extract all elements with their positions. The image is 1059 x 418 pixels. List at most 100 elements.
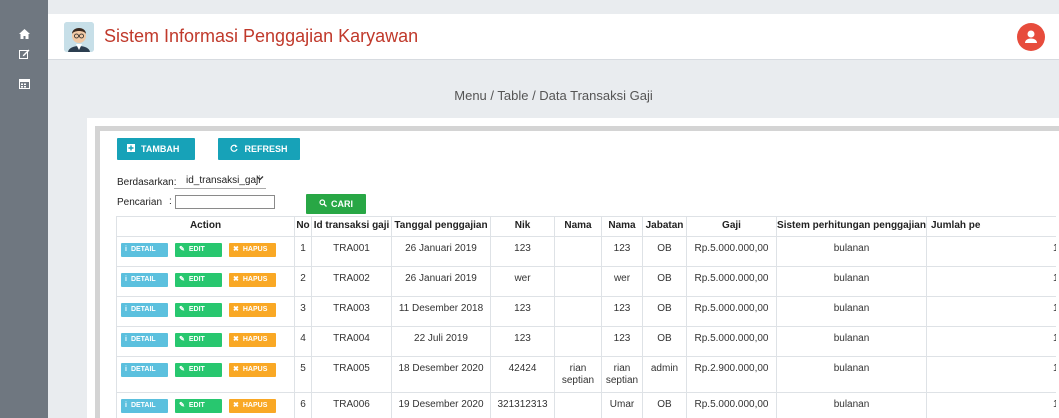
cell-nik: 321312313 <box>490 392 555 418</box>
table-row: i DETAIL ✎ EDIT ✖ HAPUS 1 TRA001 26 Januari 2019… <box>116 236 1056 267</box>
cell-id: TRA002 <box>311 266 392 297</box>
cell-tanggal: 26 Januari 2019 <box>391 236 491 267</box>
cell-tanggal: 26 Januari 2019 <box>391 266 491 297</box>
hapus-button[interactable]: ✖ HAPUS <box>229 273 276 287</box>
refresh-icon <box>230 138 239 160</box>
edit-icon[interactable] <box>0 48 48 62</box>
col-header-gaji: Gaji <box>686 216 777 237</box>
table-row: i DETAIL ✎ EDIT ✖ HAPUS 4 TRA004 22 Juli 2019 123… <box>116 326 1056 357</box>
cell-no: 6 <box>294 392 312 418</box>
cell-sistem: bulanan <box>776 236 927 267</box>
edit-label: EDIT <box>188 336 205 343</box>
edit-icon: ✎ <box>179 246 185 253</box>
cell-jumlah: 1 <box>926 236 1056 267</box>
col-header-nik: Nik <box>490 216 555 237</box>
hapus-button[interactable]: ✖ HAPUS <box>229 399 276 413</box>
cell-no: 2 <box>294 266 312 297</box>
detail-button[interactable]: i DETAIL <box>121 363 168 377</box>
info-icon: i <box>125 246 127 253</box>
cell-nik: 123 <box>490 296 555 327</box>
table-row: i DETAIL ✎ EDIT ✖ HAPUS 3 TRA003 11 Desember 201… <box>116 296 1056 327</box>
detail-button[interactable]: i DETAIL <box>121 333 168 347</box>
edit-button[interactable]: ✎ EDIT <box>175 363 222 377</box>
cell-no: 5 <box>294 356 312 393</box>
hapus-button[interactable]: ✖ HAPUS <box>229 243 276 257</box>
field-select[interactable]: id_transaksi_gaji <box>174 174 266 189</box>
close-icon: ✖ <box>233 402 239 409</box>
detail-button[interactable]: i DETAIL <box>121 303 168 317</box>
action-cell: i DETAIL ✎ EDIT ✖ HAPUS <box>116 266 295 297</box>
berdasarkan-label: Berdasarkan: <box>117 177 177 188</box>
left-sidebar <box>0 0 48 418</box>
edit-icon: ✎ <box>179 276 185 283</box>
home-icon[interactable] <box>0 28 48 42</box>
detail-button[interactable]: i DETAIL <box>121 243 168 257</box>
info-icon: i <box>125 402 127 409</box>
info-icon: i <box>125 306 127 313</box>
cell-sistem: bulanan <box>776 392 927 418</box>
col-header-no: No <box>294 216 312 237</box>
cell-tanggal: 19 Desember 2020 <box>391 392 491 418</box>
transaksi-table: Action No Id transaksi gaji Tanggal peng… <box>116 216 1056 418</box>
info-icon: i <box>125 366 127 373</box>
calendar-icon[interactable] <box>0 78 48 92</box>
col-header-jumlah: Jumlah pe <box>926 216 1056 237</box>
cell-nama <box>554 266 602 297</box>
cell-jabatan: OB <box>642 326 687 357</box>
close-icon: ✖ <box>233 306 239 313</box>
breadcrumb: Menu / Table / Data Transaksi Gaji <box>454 88 653 103</box>
user-menu-icon[interactable] <box>1017 23 1045 51</box>
hapus-button[interactable]: ✖ HAPUS <box>229 363 276 377</box>
action-cell: i DETAIL ✎ EDIT ✖ HAPUS <box>116 356 295 393</box>
cell-gaji: Rp.2.900.000,00 <box>686 356 777 393</box>
refresh-button[interactable]: REFRESH <box>218 138 300 160</box>
edit-button[interactable]: ✎ EDIT <box>175 399 222 413</box>
edit-button[interactable]: ✎ EDIT <box>175 333 222 347</box>
cell-nama-2: rian septian <box>601 356 643 393</box>
table-row: i DETAIL ✎ EDIT ✖ HAPUS 6 TRA006 19 Desember 202… <box>116 392 1056 418</box>
cari-button[interactable]: CARI <box>306 194 366 214</box>
top-header: Sistem Informasi Penggajian Karyawan <box>48 14 1059 60</box>
cell-nama-2: 123 <box>601 326 643 357</box>
plus-square-icon <box>127 138 135 160</box>
edit-label: EDIT <box>188 246 205 253</box>
app-title: Sistem Informasi Penggajian Karyawan <box>104 26 419 46</box>
cell-sistem: bulanan <box>776 266 927 297</box>
col-header-nama-2: Nama <box>601 216 643 237</box>
col-header-sistem: Sistem perhitungan penggajian <box>776 216 927 237</box>
cell-jumlah: 1 <box>926 266 1056 297</box>
tambah-label: TAMBAH <box>141 144 180 154</box>
cell-jumlah: 1 <box>926 326 1056 357</box>
tambah-button[interactable]: TAMBAH <box>117 138 195 160</box>
cell-no: 3 <box>294 296 312 327</box>
chevron-down-icon[interactable] <box>256 174 264 184</box>
detail-button[interactable]: i DETAIL <box>121 399 168 413</box>
close-icon: ✖ <box>233 246 239 253</box>
cell-jabatan: OB <box>642 236 687 267</box>
hapus-button[interactable]: ✖ HAPUS <box>229 333 276 347</box>
hapus-label: HAPUS <box>242 276 268 283</box>
col-header-id: Id transaksi gaji <box>311 216 392 237</box>
field-select-value: id_transaksi_gaji <box>186 175 261 186</box>
edit-icon: ✎ <box>179 366 185 373</box>
edit-button[interactable]: ✎ EDIT <box>175 243 222 257</box>
cell-sistem: bulanan <box>776 326 927 357</box>
detail-label: DETAIL <box>130 276 156 283</box>
search-input[interactable] <box>175 195 275 209</box>
cell-id: TRA001 <box>311 236 392 267</box>
edit-icon: ✎ <box>179 336 185 343</box>
edit-button[interactable]: ✎ EDIT <box>175 303 222 317</box>
edit-button[interactable]: ✎ EDIT <box>175 273 222 287</box>
cell-nama <box>554 326 602 357</box>
close-icon: ✖ <box>233 336 239 343</box>
cell-no: 1 <box>294 236 312 267</box>
cell-sistem: bulanan <box>776 296 927 327</box>
cell-nama-2: wer <box>601 266 643 297</box>
edit-label: EDIT <box>188 366 205 373</box>
col-header-nama: Nama <box>554 216 602 237</box>
cell-nama <box>554 392 602 418</box>
edit-icon: ✎ <box>179 402 185 409</box>
detail-button[interactable]: i DETAIL <box>121 273 168 287</box>
hapus-button[interactable]: ✖ HAPUS <box>229 303 276 317</box>
info-icon: i <box>125 276 127 283</box>
